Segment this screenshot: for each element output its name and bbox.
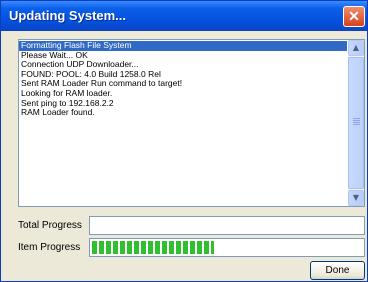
scroll-up-arrow-icon[interactable]: ▲ xyxy=(348,40,364,56)
close-icon[interactable]: ✕ xyxy=(343,6,365,27)
item-progress-bar xyxy=(89,238,365,257)
scroll-down-arrow-icon[interactable]: ▼ xyxy=(348,190,364,206)
log-lines: Formatting Flash File System Please Wait… xyxy=(19,41,347,118)
done-button[interactable]: Done xyxy=(310,261,365,280)
window-title: Updating System... xyxy=(9,8,127,23)
log-line[interactable]: FOUND: POOL: 4.0 Build 1258.0 Rel xyxy=(19,70,347,80)
thumb-grip xyxy=(353,124,360,125)
log-line[interactable]: Please Wait... OK xyxy=(19,51,347,61)
log-listbox[interactable]: Formatting Flash File System Please Wait… xyxy=(18,39,365,207)
total-progress-bar xyxy=(89,216,365,235)
log-line[interactable]: Sent RAM Loader Run command to target! xyxy=(19,79,347,89)
total-progress-label: Total Progress xyxy=(18,220,82,231)
item-progress-fill xyxy=(92,241,214,254)
log-line[interactable]: Connection UDP Downloader... xyxy=(19,60,347,70)
updating-system-dialog: Updating System... ✕ Formatting Flash Fi… xyxy=(0,0,368,282)
log-line[interactable]: Looking for RAM loader. xyxy=(19,89,347,99)
log-line[interactable]: Sent ping to 192.168.2.2 xyxy=(19,99,347,109)
log-line[interactable]: Formatting Flash File System xyxy=(19,41,347,51)
thumb-grip xyxy=(353,118,360,119)
log-line[interactable]: RAM Loader found. xyxy=(19,108,347,118)
scroll-thumb[interactable] xyxy=(348,57,364,189)
vertical-scrollbar[interactable]: ▲ ▼ xyxy=(348,40,364,206)
thumb-grip xyxy=(353,122,360,123)
item-progress-label: Item Progress xyxy=(18,242,81,253)
thumb-grip xyxy=(353,120,360,121)
title-bar[interactable]: Updating System... ✕ xyxy=(1,1,367,31)
